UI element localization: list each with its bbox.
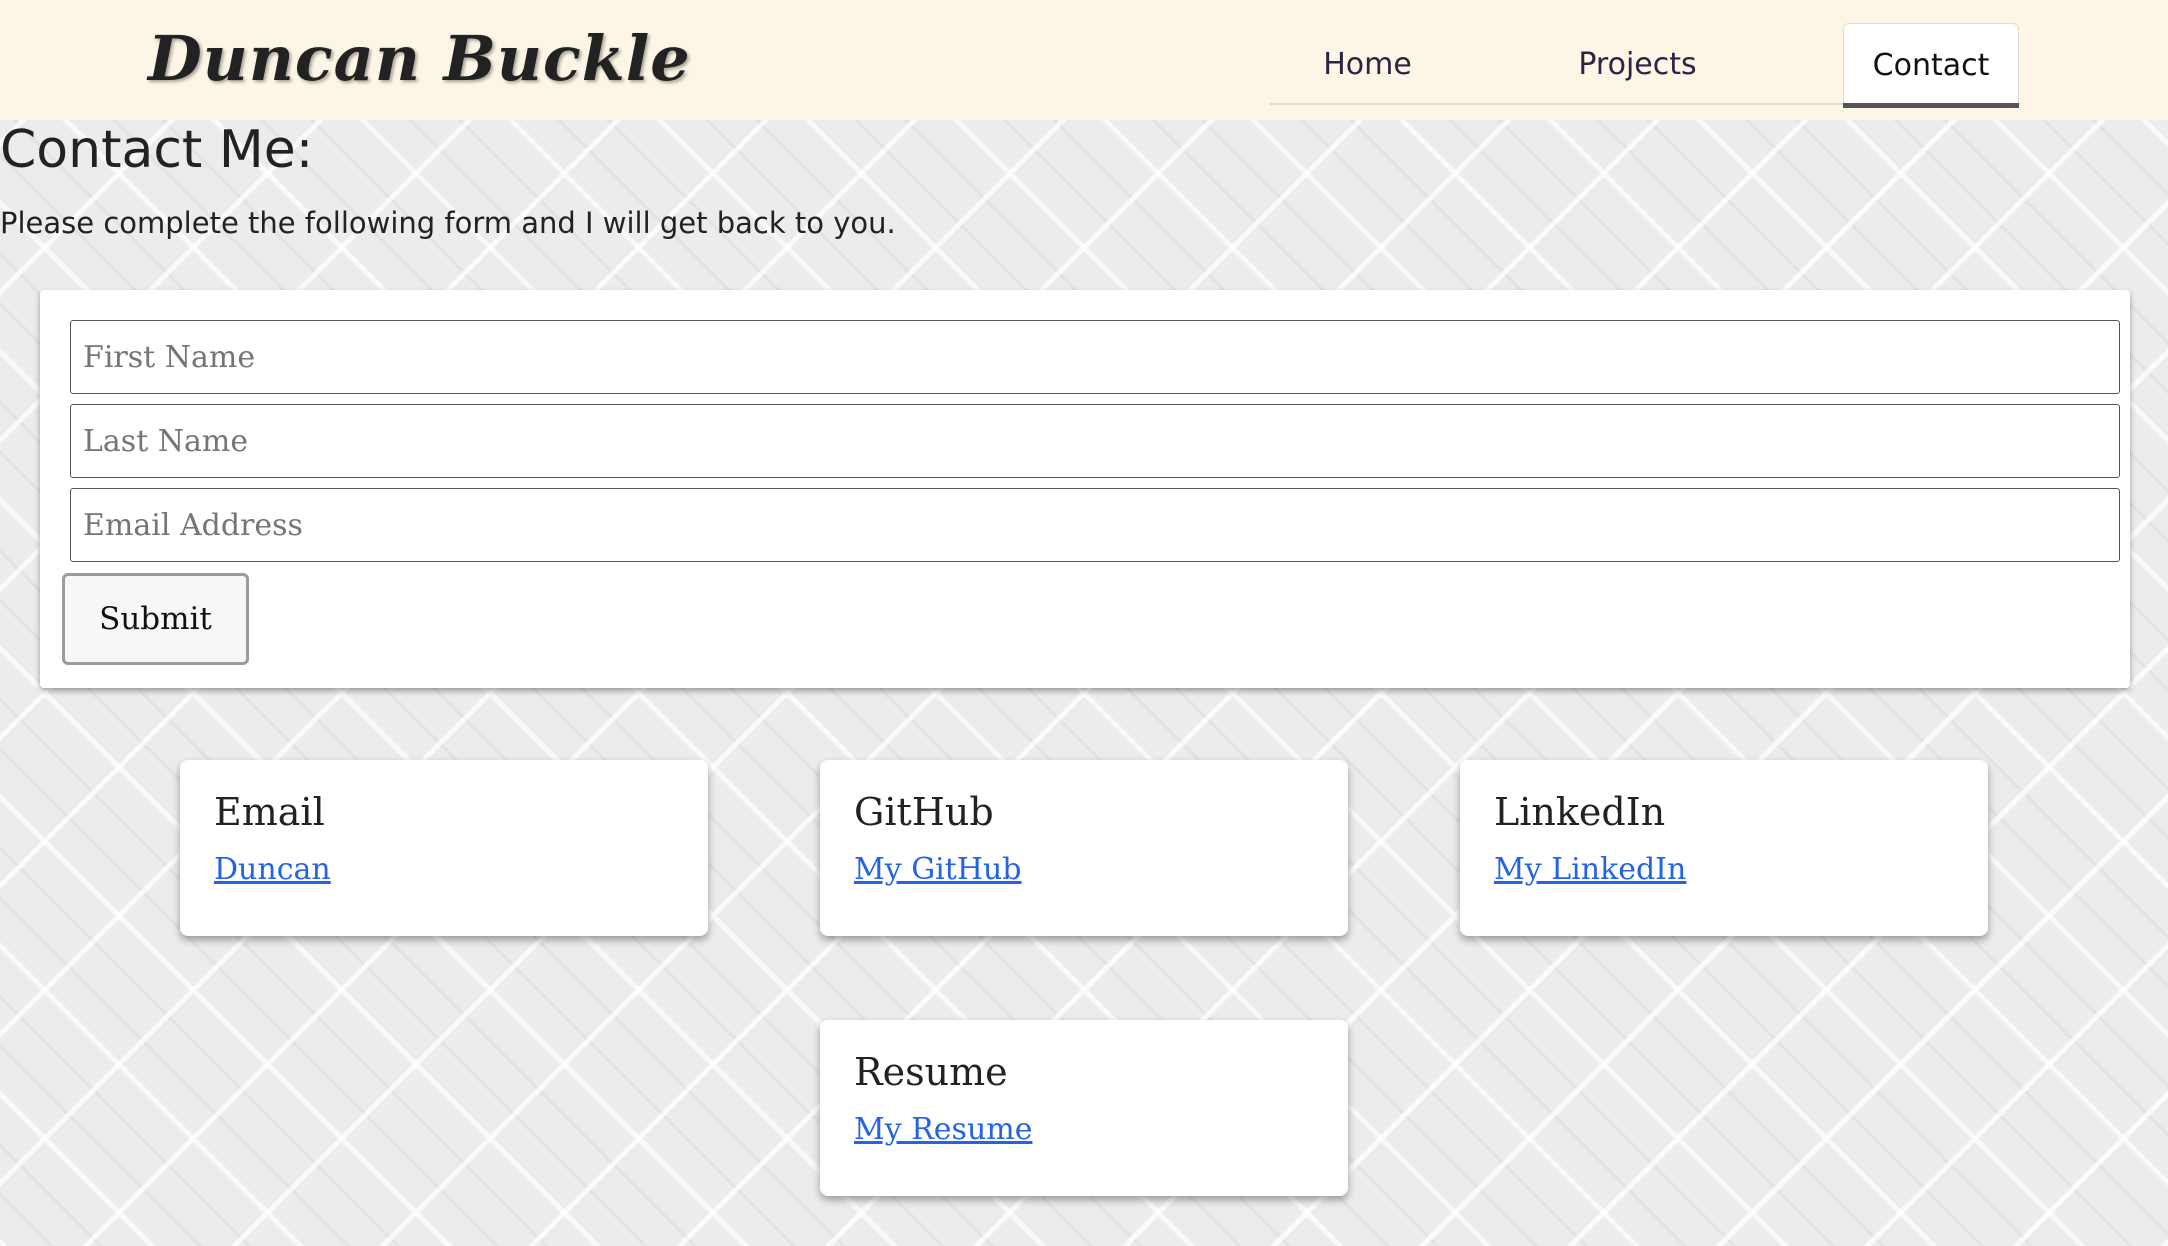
main-nav: Home Projects Contact	[1270, 23, 2020, 108]
site-brand[interactable]: Duncan Buckle	[148, 22, 691, 95]
intro-text: Please complete the following form and I…	[0, 206, 896, 240]
nav-contact[interactable]: Contact	[1843, 23, 2019, 103]
resume-link[interactable]: My Resume	[854, 1112, 1032, 1147]
resume-card: Resume My Resume	[820, 1020, 1348, 1196]
submit-button[interactable]: Submit	[62, 573, 249, 665]
page-title: Contact Me:	[0, 120, 314, 180]
nav-projects[interactable]: Projects	[1550, 23, 1725, 103]
first-name-field[interactable]	[70, 320, 2120, 394]
email-card-title: Email	[214, 790, 325, 834]
site-header: Duncan Buckle Home Projects Contact	[0, 0, 2168, 120]
resume-card-title: Resume	[854, 1050, 1008, 1094]
email-card: Email Duncan	[180, 760, 708, 936]
contact-form: Submit	[40, 290, 2130, 688]
email-field[interactable]	[70, 488, 2120, 562]
email-link[interactable]: Duncan	[214, 852, 331, 887]
github-card-title: GitHub	[854, 790, 994, 834]
nav-home[interactable]: Home	[1280, 23, 1455, 103]
github-card: GitHub My GitHub	[820, 760, 1348, 936]
linkedin-link[interactable]: My LinkedIn	[1494, 852, 1686, 887]
linkedin-card-title: LinkedIn	[1494, 790, 1666, 834]
last-name-field[interactable]	[70, 404, 2120, 478]
active-tab-indicator	[1843, 103, 2019, 108]
linkedin-card: LinkedIn My LinkedIn	[1460, 760, 1988, 936]
github-link[interactable]: My GitHub	[854, 852, 1022, 887]
